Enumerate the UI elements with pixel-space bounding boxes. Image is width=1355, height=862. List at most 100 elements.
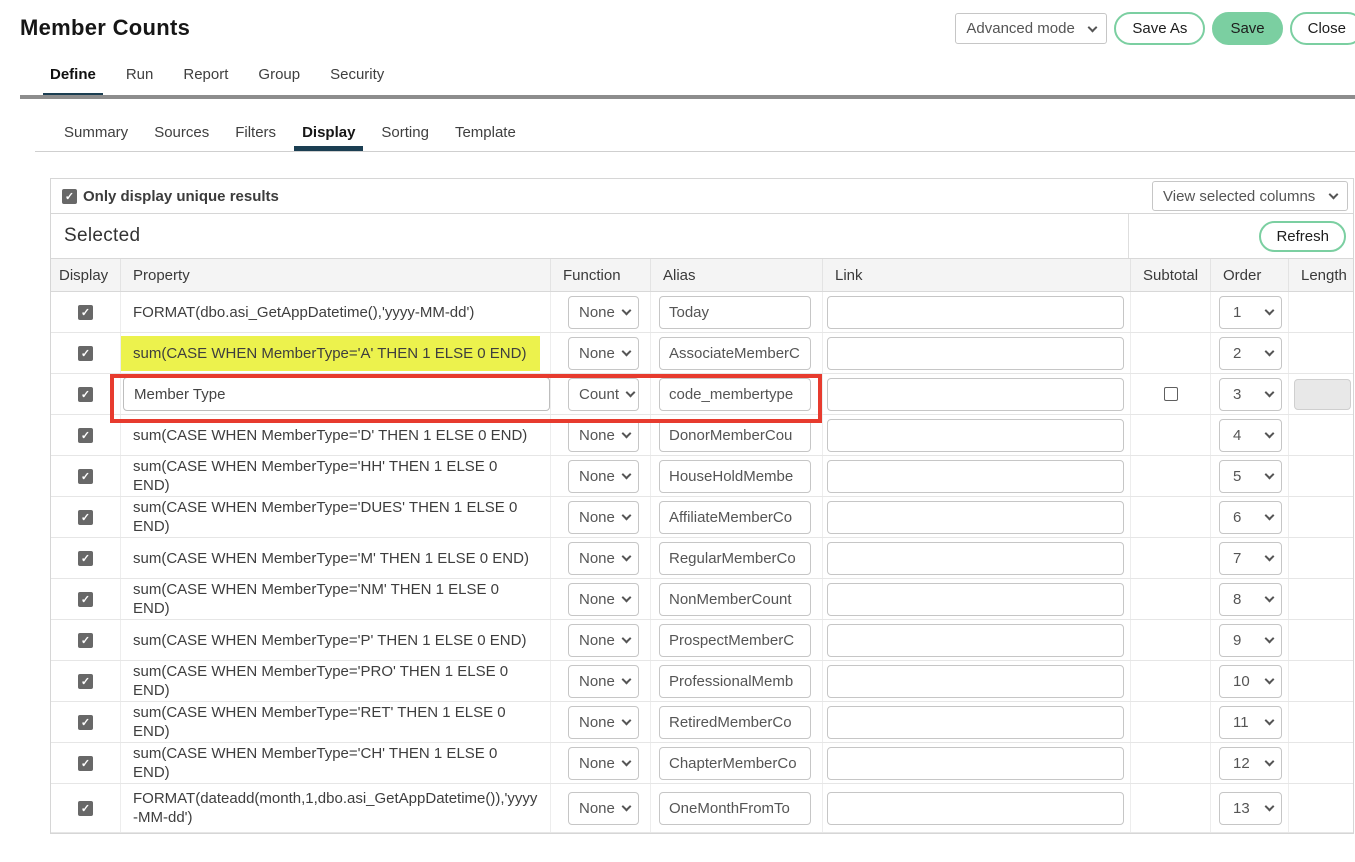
display-checkbox[interactable] [78,592,93,607]
save-button[interactable]: Save [1212,12,1282,45]
alias-input[interactable] [659,501,811,534]
unique-results-checkbox[interactable] [62,189,77,204]
tab-run[interactable]: Run [126,66,154,96]
order-select[interactable]: 6 [1219,501,1282,534]
order-value: 12 [1233,755,1250,772]
chevron-down-icon [622,802,632,812]
view-columns-select[interactable]: View selected columns [1152,181,1348,211]
link-input[interactable] [827,706,1124,739]
display-checkbox[interactable] [78,633,93,648]
function-select[interactable]: Count [568,378,639,411]
order-select[interactable]: 11 [1219,706,1282,739]
order-select[interactable]: 1 [1219,296,1282,329]
subtab-sorting[interactable]: Sorting [381,124,429,150]
display-checkbox[interactable] [78,715,93,730]
order-select[interactable]: 8 [1219,583,1282,616]
alias-input[interactable] [659,296,811,329]
alias-input[interactable] [659,337,811,370]
tab-report[interactable]: Report [183,66,228,96]
order-select[interactable]: 7 [1219,542,1282,575]
property-text: sum(CASE WHEN MemberType='RET' THEN 1 EL… [121,703,550,741]
function-select[interactable]: None [568,337,639,370]
alias-input[interactable] [659,624,811,657]
display-checkbox[interactable] [78,428,93,443]
link-input[interactable] [827,501,1124,534]
alias-input[interactable] [659,665,811,698]
alias-input[interactable] [659,542,811,575]
close-button[interactable]: Close [1290,12,1355,45]
subtab-display[interactable]: Display [302,124,355,150]
function-value: None [579,468,615,485]
link-input[interactable] [827,542,1124,575]
alias-input[interactable] [659,792,811,825]
function-select[interactable]: None [568,747,639,780]
tab-group[interactable]: Group [258,66,300,96]
order-select[interactable]: 2 [1219,337,1282,370]
chevron-down-icon [1265,593,1275,603]
link-input[interactable] [827,665,1124,698]
display-checkbox[interactable] [78,469,93,484]
property-text: sum(CASE WHEN MemberType='DUES' THEN 1 E… [121,498,550,536]
order-select[interactable]: 10 [1219,665,1282,698]
order-select[interactable]: 4 [1219,419,1282,452]
function-select[interactable]: None [568,583,639,616]
link-input[interactable] [827,337,1124,370]
subtab-template[interactable]: Template [455,124,516,150]
display-checkbox[interactable] [78,387,93,402]
property-input[interactable]: Member Type [123,377,550,411]
alias-input[interactable] [659,460,811,493]
subtab-summary[interactable]: Summary [64,124,128,150]
link-input[interactable] [827,624,1124,657]
table-row: sum(CASE WHEN MemberType='D' THEN 1 ELSE… [51,415,1353,456]
chevron-down-icon [1265,388,1275,398]
display-checkbox[interactable] [78,346,93,361]
alias-input[interactable] [659,419,811,452]
function-select[interactable]: None [568,460,639,493]
function-select[interactable]: None [568,419,639,452]
refresh-button[interactable]: Refresh [1259,221,1346,252]
order-select[interactable]: 5 [1219,460,1282,493]
display-checkbox[interactable] [78,510,93,525]
property-text: FORMAT(dbo.asi_GetAppDatetime(),'yyyy-MM… [121,303,486,322]
subtotal-checkbox[interactable] [1164,387,1178,401]
display-checkbox[interactable] [78,305,93,320]
order-select[interactable]: 13 [1219,792,1282,825]
subtab-sources[interactable]: Sources [154,124,209,150]
save-as-button[interactable]: Save As [1114,12,1205,45]
advanced-mode-select[interactable]: Advanced mode [955,13,1107,44]
alias-input[interactable] [659,747,811,780]
display-checkbox[interactable] [78,756,93,771]
display-checkbox[interactable] [78,551,93,566]
tab-define[interactable]: Define [50,66,96,96]
function-value: Count [579,386,619,403]
alias-input[interactable] [659,583,811,616]
display-checkbox[interactable] [78,674,93,689]
function-select[interactable]: None [568,501,639,534]
display-checkbox[interactable] [78,801,93,816]
alias-input[interactable] [659,378,811,411]
function-select[interactable]: None [568,665,639,698]
function-value: None [579,304,615,321]
function-select[interactable]: None [568,542,639,575]
subtab-filters[interactable]: Filters [235,124,276,150]
order-value: 7 [1233,550,1241,567]
table-row: sum(CASE WHEN MemberType='NM' THEN 1 ELS… [51,579,1353,620]
order-select[interactable]: 12 [1219,747,1282,780]
order-select[interactable]: 3 [1219,378,1282,411]
tab-security[interactable]: Security [330,66,384,96]
link-input[interactable] [827,792,1124,825]
alias-input[interactable] [659,706,811,739]
link-input[interactable] [827,583,1124,616]
link-input[interactable] [827,747,1124,780]
link-input[interactable] [827,460,1124,493]
function-select[interactable]: None [568,706,639,739]
link-input[interactable] [827,419,1124,452]
link-input[interactable] [827,296,1124,329]
length-input[interactable] [1294,379,1351,410]
unique-results-option[interactable]: Only display unique results [62,188,279,205]
link-input[interactable] [827,378,1124,411]
order-select[interactable]: 9 [1219,624,1282,657]
function-select[interactable]: None [568,296,639,329]
function-select[interactable]: None [568,624,639,657]
function-select[interactable]: None [568,792,639,825]
